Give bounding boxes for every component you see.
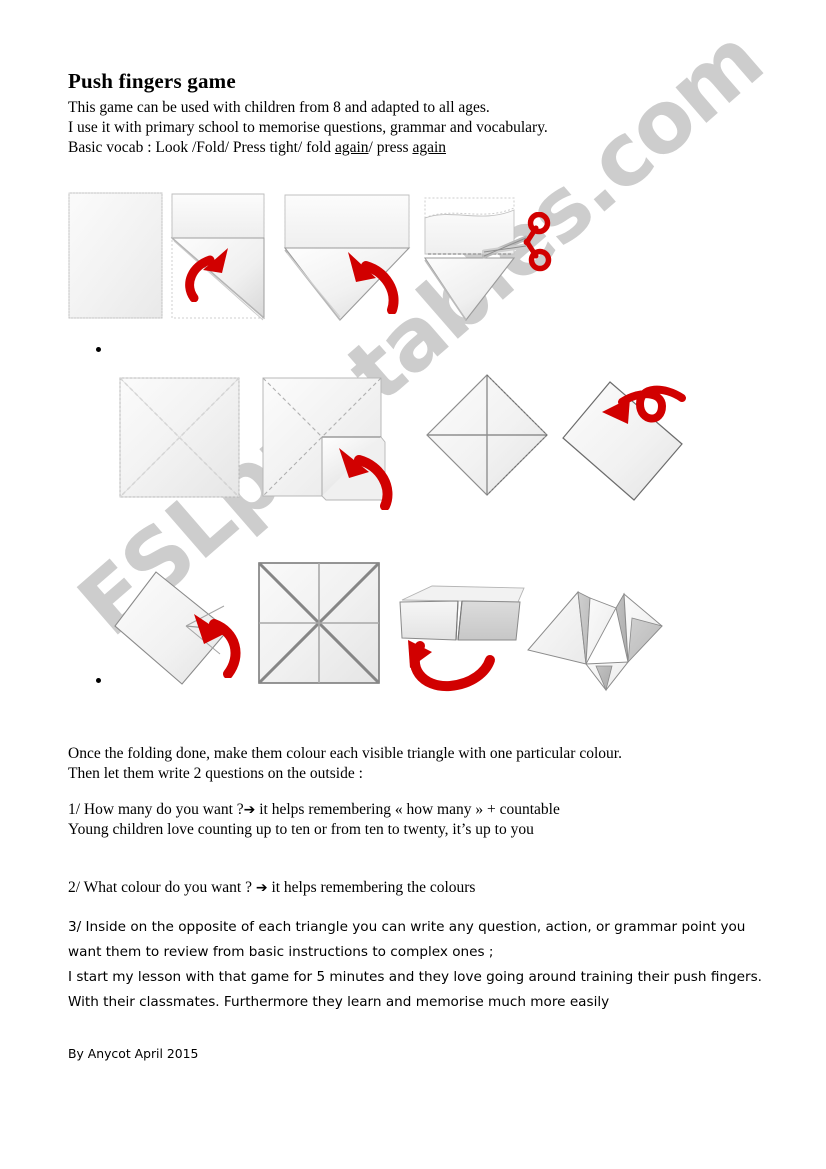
item-2-explanation: it helps remembering the colours xyxy=(267,879,476,896)
item-2-line: 2/ What colour do you want ? ➔ it helps … xyxy=(68,878,475,898)
right-arrow-icon: ➔ xyxy=(243,802,256,818)
item-3-line-1: 3/ Inside on the opposite of each triang… xyxy=(68,919,746,935)
item-3-line-2: want them to review from basic instructi… xyxy=(68,944,494,960)
intro-line-2: I use it with primary school to memorise… xyxy=(68,118,548,136)
bullet-point-1 xyxy=(96,347,101,352)
instructions-intro-line-1: Once the folding done, make them colour … xyxy=(68,745,622,762)
document-page: Push fingers game This game can be used … xyxy=(0,0,826,1169)
fold-arrow-icon xyxy=(194,614,241,678)
instruction-item-2: 2/ What colour do you want ? ➔ it helps … xyxy=(68,878,475,898)
figure-fold-corner-diagonal xyxy=(170,192,270,327)
fold-arrow-icon xyxy=(185,248,228,302)
item-1-explanation: it helps remembering « how many » + coun… xyxy=(255,801,560,818)
item-3-line-4: With their classmates. Furthermore they … xyxy=(68,994,610,1010)
instruction-item-1: 1/ How many do you want ?➔ it helps reme… xyxy=(68,800,560,840)
instructions-intro: Once the folding done, make them colour … xyxy=(68,744,622,784)
intro-block: This game can be used with children from… xyxy=(68,98,768,157)
figure-finished-cootie-catcher xyxy=(520,578,670,698)
figure-square-with-x-creases xyxy=(118,376,242,505)
scissors-icon xyxy=(482,212,552,272)
basic-vocab-again-2: again xyxy=(412,138,447,156)
item-1-note: Young children love counting up to ten o… xyxy=(68,821,534,838)
right-arrow-icon: ➔ xyxy=(255,880,268,896)
basic-vocab-line: Basic vocab : Look /Fold/ Press tight/ f… xyxy=(68,138,768,158)
page-title: Push fingers game xyxy=(68,69,236,93)
figure-square-eight-segments xyxy=(256,560,382,691)
basic-vocab-again-1: again xyxy=(334,138,369,156)
intro-line-1: This game can be used with children from… xyxy=(68,99,490,116)
item-1-line: 1/ How many do you want ?➔ it helps reme… xyxy=(68,800,560,820)
item-1-question: 1/ How many do you want ? xyxy=(68,801,244,818)
instruction-item-3: 3/ Inside on the opposite of each triang… xyxy=(68,915,762,1015)
basic-vocab-middle: / press xyxy=(368,138,413,156)
basic-vocab-prefix: Basic vocab : Look /Fold/ Press tight/ f… xyxy=(68,138,335,156)
item-2-question: 2/ What colour do you want ? xyxy=(68,879,256,896)
figure-fold-triangle-down xyxy=(282,192,412,327)
fold-arrow-icon xyxy=(339,448,393,510)
instructions-intro-line-2: Then let them write 2 questions on the o… xyxy=(68,765,363,782)
fold-arrow-icon xyxy=(348,252,399,314)
author-footer: By Anycot April 2015 xyxy=(68,1046,199,1061)
flip-arrow-icon xyxy=(602,385,686,424)
figure-fold-in-half-diamond xyxy=(112,568,241,693)
bullet-point-2 xyxy=(96,678,101,683)
figure-booklet-3d xyxy=(396,582,528,692)
figure-blank-sheet xyxy=(68,192,164,325)
figure-cut-excess-strip xyxy=(422,196,567,327)
flip-arrow-icon xyxy=(408,640,495,692)
item-3-line-3: I start my lesson with that game for 5 m… xyxy=(68,969,762,985)
figure-diamond-with-cross xyxy=(424,372,550,503)
figure-fold-corner-to-center xyxy=(261,376,393,510)
figure-flip-over-diamond xyxy=(560,378,686,509)
